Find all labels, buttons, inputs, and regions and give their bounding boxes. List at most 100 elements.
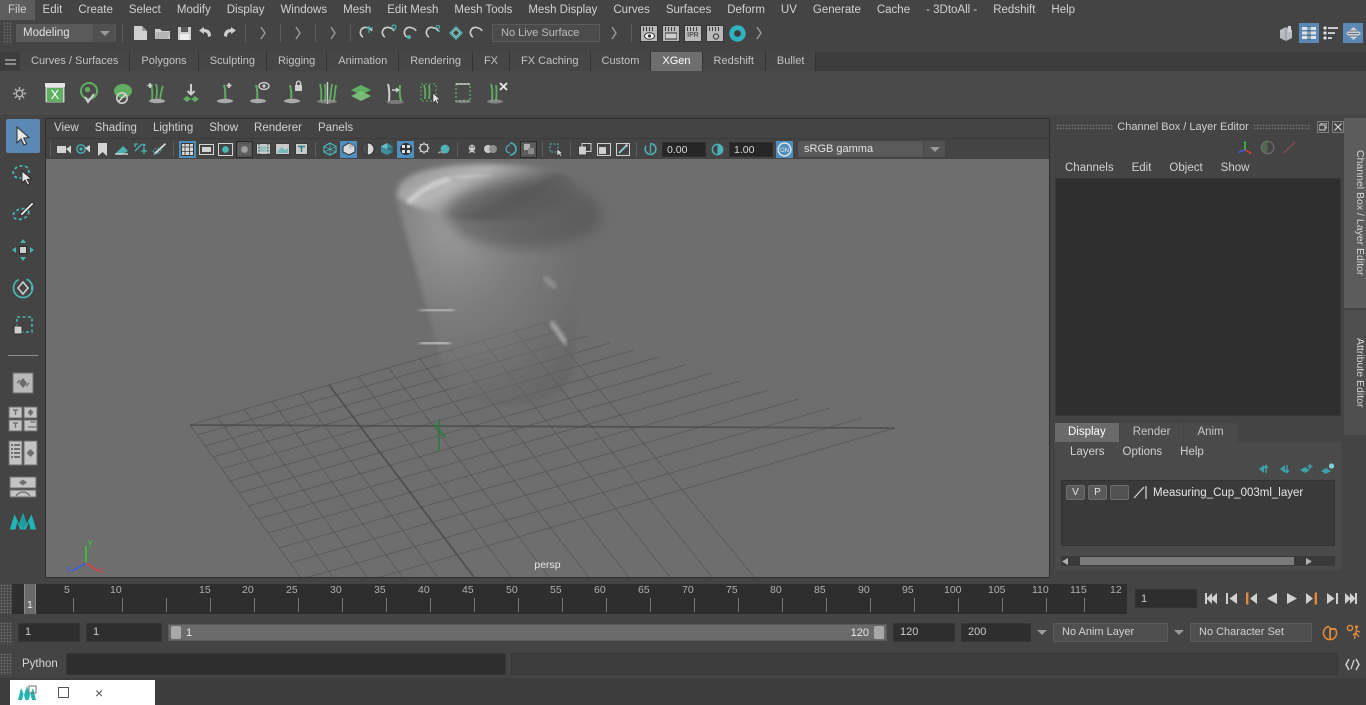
xray-display-icon[interactable]: [274, 141, 291, 158]
ambient-occlusion-icon[interactable]: [435, 141, 452, 158]
channelbox-show-menu[interactable]: Show: [1212, 158, 1259, 178]
viewport-menu-view[interactable]: View: [46, 119, 87, 138]
range-slider-grip[interactable]: [0, 621, 12, 644]
screen-space-ao-icon[interactable]: [520, 140, 537, 158]
scale-tool-button[interactable]: [6, 309, 40, 343]
menu-help[interactable]: Help: [1043, 0, 1083, 20]
animation-preferences-icon[interactable]: [1342, 623, 1366, 643]
render-current-frame-icon[interactable]: [639, 23, 659, 43]
menu-display[interactable]: Display: [219, 0, 273, 20]
shelf-tab-xgen[interactable]: XGen: [651, 52, 703, 71]
channel-box-icon[interactable]: [1321, 23, 1341, 43]
layout-hypergraph-persp-button[interactable]: [6, 472, 40, 502]
layer-shading-toggle[interactable]: [1110, 485, 1129, 500]
time-slider-track[interactable]: 1 5 10 15 20 25 30 35 40 45 50 55 60 65 …: [12, 583, 1127, 614]
live-surface-field[interactable]: No Live Surface: [492, 24, 600, 42]
animation-end-time-field[interactable]: 200: [961, 623, 1031, 642]
channels-menu[interactable]: Channels: [1056, 158, 1123, 178]
viewport-menu-panels[interactable]: Panels: [310, 119, 361, 138]
menu-set-dropdown-arrow[interactable]: [93, 24, 115, 42]
rotate-tool-button[interactable]: [6, 271, 40, 305]
motion-blur-icon[interactable]: [463, 141, 480, 158]
make-live-icon[interactable]: [468, 23, 488, 43]
menu-edit[interactable]: Edit: [35, 0, 71, 20]
menu-curves[interactable]: Curves: [605, 0, 657, 20]
render-settings-icon[interactable]: [705, 23, 725, 43]
shelf-xgen-region-icon[interactable]: [446, 76, 480, 110]
shadows-icon[interactable]: [416, 141, 433, 158]
menu-redshift[interactable]: Redshift: [985, 0, 1043, 20]
layer-visibility-toggle[interactable]: V: [1066, 485, 1085, 500]
texture-display-icon[interactable]: [378, 141, 395, 158]
range-start-time-field[interactable]: 1: [86, 623, 162, 642]
shelf-tab-custom[interactable]: Custom: [590, 52, 652, 71]
auto-key-toggle-icon[interactable]: [1318, 623, 1342, 643]
shelf-tab-bullet[interactable]: Bullet: [765, 52, 817, 71]
create-empty-layer-icon[interactable]: [1299, 463, 1314, 478]
window-thumbnail-preview[interactable]: ×: [10, 680, 155, 705]
step-forward-frame-icon[interactable]: [1303, 590, 1320, 607]
layer-playback-toggle[interactable]: P: [1088, 485, 1107, 500]
viewport-menu-lighting[interactable]: Lighting: [145, 119, 201, 138]
toolbox-expander-icon[interactable]: [604, 23, 624, 43]
shelf-tab-fx-caching[interactable]: FX Caching: [510, 52, 591, 71]
display-layer-list[interactable]: V P Measuring_Cup_003ml_layer: [1061, 480, 1335, 546]
open-scene-icon[interactable]: [152, 23, 172, 43]
range-slider-track[interactable]: 1 120: [168, 624, 887, 641]
go-to-start-icon[interactable]: [1203, 590, 1220, 607]
step-back-frame-icon[interactable]: [1243, 590, 1260, 607]
viewport-3d-canvas[interactable]: y x z persp: [46, 159, 1049, 577]
layer-options-menu[interactable]: Options: [1114, 442, 1172, 462]
anti-alias-icon[interactable]: [501, 141, 518, 158]
shelf-tab-sculpting[interactable]: Sculpting: [198, 52, 267, 71]
shelf-xgen-place-icon[interactable]: [174, 76, 208, 110]
scroll-right-arrow-icon[interactable]: [1304, 557, 1313, 566]
layer-help-menu[interactable]: Help: [1171, 442, 1213, 462]
camera-attributes-icon[interactable]: [75, 141, 92, 158]
anim-layer-selector[interactable]: No Anim Layer: [1053, 623, 1168, 642]
anim-layer-dropdown-arrow[interactable]: [1031, 624, 1053, 641]
attribute-editor-icon[interactable]: [1299, 23, 1319, 43]
shelf-xgen-layers-icon[interactable]: [344, 76, 378, 110]
layer-row[interactable]: V P Measuring_Cup_003ml_layer: [1062, 481, 1334, 501]
panel-snapshot-icon[interactable]: [614, 141, 631, 158]
go-to-end-icon[interactable]: [1343, 590, 1360, 607]
lasso-select-tool-button[interactable]: [6, 157, 40, 191]
shelf-xgen-delete-guides-icon[interactable]: [480, 76, 514, 110]
status-expander-icon[interactable]: [749, 23, 769, 43]
snap-to-view-plane-icon[interactable]: [446, 23, 466, 43]
viewport-menu-shading[interactable]: Shading: [87, 119, 145, 138]
script-editor-icon[interactable]: [1341, 653, 1363, 675]
range-right-handle[interactable]: [874, 626, 884, 639]
selection-mask-object-icon[interactable]: [288, 23, 308, 43]
exposure-field[interactable]: 0.00: [662, 141, 706, 157]
menu-3dtoall[interactable]: - 3DtoAll -: [918, 0, 985, 20]
menu-set-selector[interactable]: Modeling: [16, 24, 116, 42]
render-sequence-icon[interactable]: [661, 23, 681, 43]
snap-to-grid-icon[interactable]: [358, 23, 378, 43]
shelf-tab-fx[interactable]: FX: [472, 52, 511, 71]
channel-box-attribute-list[interactable]: [1055, 178, 1341, 416]
scroll-thumb[interactable]: [1080, 557, 1294, 565]
move-layer-up-icon[interactable]: [1257, 463, 1272, 478]
use-all-lights-icon[interactable]: [397, 140, 414, 158]
menu-mesh-display[interactable]: Mesh Display: [520, 0, 605, 20]
move-layer-down-icon[interactable]: [1278, 463, 1293, 478]
shelf-tab-animation[interactable]: Animation: [327, 52, 400, 71]
viewport-menu-show[interactable]: Show: [201, 119, 246, 138]
layers-menu[interactable]: Layers: [1061, 442, 1114, 462]
shelf-xgen-preview-icon[interactable]: [72, 76, 106, 110]
menu-surfaces[interactable]: Surfaces: [658, 0, 719, 20]
shelf-tab-rigging[interactable]: Rigging: [266, 52, 328, 71]
select-camera-icon[interactable]: [56, 141, 73, 158]
hypershade-icon[interactable]: [727, 23, 747, 43]
text-hud-icon[interactable]: [293, 141, 310, 158]
color-space-dropdown-arrow[interactable]: [923, 141, 945, 157]
current-frame-field[interactable]: 1: [1135, 589, 1197, 608]
vtab-attribute-editor[interactable]: Attribute Editor: [1344, 310, 1366, 435]
shelf-xgen-editor-icon[interactable]: X: [38, 76, 72, 110]
menu-deform[interactable]: Deform: [719, 0, 773, 20]
image-plane-icon[interactable]: [113, 141, 130, 158]
gamma-reset-icon[interactable]: [709, 141, 726, 158]
bookmark-icon[interactable]: [94, 141, 111, 158]
